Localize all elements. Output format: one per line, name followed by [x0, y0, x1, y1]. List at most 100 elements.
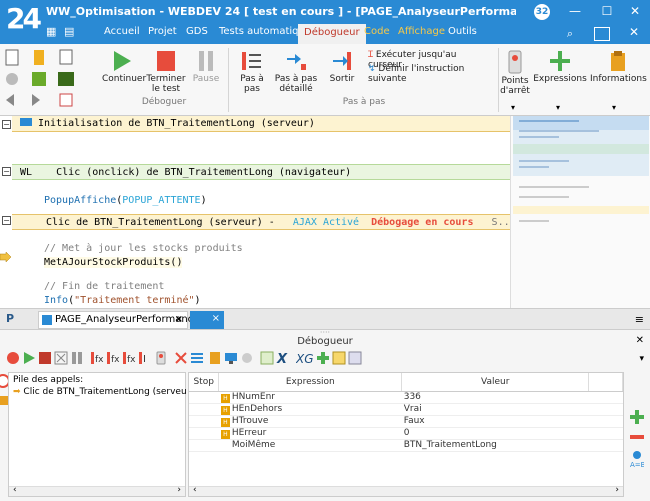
debugger-title: Débogueur — [297, 336, 353, 347]
informations-button[interactable]: Informations — [590, 50, 647, 84]
expression-x-icon[interactable]: X — [276, 351, 294, 365]
add-expression-icon[interactable] — [316, 351, 330, 365]
col-stop[interactable]: Stop — [189, 373, 220, 392]
hf-icon: H — [220, 393, 230, 403]
stop-icon[interactable] — [6, 351, 20, 365]
grid-view-icon[interactable] — [332, 351, 346, 365]
svg-text:A=B: A=B — [630, 461, 644, 468]
collapse-toggle[interactable]: − — [2, 120, 11, 129]
horizontal-scrollbar[interactable]: ‹ › — [9, 485, 185, 496]
remove-icon[interactable] — [630, 434, 644, 440]
hf-icon: H — [220, 405, 230, 415]
watch-icon[interactable] — [208, 351, 222, 365]
watch-table: Stop Expression Valeur H HNumEnr 336 H HEnD… — [189, 373, 623, 452]
step-button[interactable]: Pas à pas — [232, 50, 272, 94]
document-tab-bar: P PAGE_AnalyseurPerformances × × ≡ — [0, 308, 650, 330]
step-detail-button[interactable]: Pas à pas détaillé — [274, 50, 318, 94]
tab-accueil[interactable]: Accueil — [104, 26, 140, 37]
info-dropdown[interactable]: ▾ — [612, 103, 616, 112]
horizontal-scrollbar[interactable]: ‹ › — [189, 485, 623, 496]
run-to-cursor-icon[interactable]: I — [138, 351, 152, 365]
expressions-button[interactable]: Expressions — [532, 50, 588, 84]
close-doc-icon[interactable]: ✕ — [626, 25, 642, 39]
watch-side-toolbar: A=B — [624, 372, 650, 497]
arrow-icon: ➡ — [13, 387, 21, 397]
tab-projet[interactable]: Projet — [148, 26, 177, 37]
call-stack-pane[interactable]: Pile des appels: ➡ Clic de BTN_Traitemen… — [8, 372, 187, 497]
step-fx-icon[interactable]: fx — [90, 351, 104, 365]
collapse-toggle[interactable]: − — [2, 167, 11, 176]
close-panel-icon[interactable]: ✕ — [636, 335, 644, 346]
finish-test-button[interactable]: Terminer le test — [143, 50, 189, 94]
code-editor[interactable]: − − − Initialisation de BTN_TraitementLo… — [0, 116, 510, 308]
search-icon[interactable]: ⌕ — [562, 27, 578, 41]
list-icon[interactable] — [190, 351, 204, 365]
close-tab-icon[interactable]: × — [175, 312, 183, 328]
collapse-toggle[interactable]: − — [2, 216, 11, 225]
cancel-icon[interactable] — [54, 351, 68, 365]
code-comment[interactable]: // Met à jour les stocks produits — [44, 243, 243, 254]
title-bar: 24 WW_Optimisation - WEBDEV 24 [ test en… — [0, 0, 650, 44]
tab-affichage[interactable]: Affichage — [398, 26, 445, 37]
pause-button[interactable]: Pause — [191, 50, 221, 84]
current-code-line[interactable]: MetAJourStockProduits() — [44, 257, 183, 268]
step-into-fx-icon[interactable]: fx — [106, 351, 120, 365]
expressions-dropdown[interactable]: ▾ — [556, 103, 560, 112]
restore-icon[interactable] — [594, 27, 610, 41]
tab-gds[interactable]: GDS — [186, 26, 208, 37]
close-button[interactable]: ✕ — [618, 4, 650, 22]
table-row[interactable]: H HTrouve Faux — [189, 415, 623, 428]
debugger-toolbar: fx fx fx I X XG — [0, 350, 650, 370]
record-icon[interactable] — [240, 351, 254, 365]
continue-icon[interactable] — [22, 351, 36, 365]
col-expression[interactable]: Expression — [218, 373, 403, 392]
svg-text:I: I — [143, 354, 146, 365]
continue-button[interactable]: Continuer — [102, 50, 146, 84]
table-row[interactable]: H HEnDehors Vrai — [189, 403, 623, 416]
table-row[interactable]: H HNumEnr 336 — [189, 391, 623, 404]
hf-icon: H — [220, 417, 230, 427]
highlight-icon[interactable] — [260, 351, 274, 365]
assign-icon[interactable]: A=B — [630, 450, 644, 468]
step-out-fx-icon[interactable]: fx — [122, 351, 136, 365]
tab-debogueur[interactable]: Débogueur — [298, 24, 366, 44]
call-stack-item[interactable]: ➡ Clic de BTN_TraitementLong (serveu — [13, 387, 187, 397]
tab-code[interactable]: Code — [364, 26, 390, 37]
clear-breakpoints-icon[interactable] — [174, 351, 188, 365]
table-row[interactable]: H HErreur 0 — [189, 427, 623, 440]
code-minimap[interactable] — [510, 116, 650, 308]
code-line[interactable]: Info("Traitement terminé") — [44, 295, 201, 306]
col-valeur[interactable]: Valeur — [401, 373, 590, 392]
end-test-icon[interactable] — [38, 351, 52, 365]
page-icon — [42, 315, 52, 325]
tab-debug-view[interactable]: × — [190, 311, 224, 329]
exit-step-button[interactable]: Sortir — [322, 50, 362, 84]
grid-icon[interactable]: ▦ — [46, 25, 60, 38]
event-header-init: Initialisation de BTN_TraitementLong (se… — [12, 116, 510, 132]
watch-pane[interactable]: Stop Expression Valeur H HNumEnr 336 H HEnD… — [188, 372, 624, 497]
event-header-browser: WL Clic (onclick) de BTN_TraitementLong … — [12, 164, 510, 180]
project-icon[interactable]: P — [6, 312, 14, 325]
svg-text:fx: fx — [127, 355, 136, 365]
expression-xg-icon[interactable]: XG — [296, 351, 314, 365]
avatar[interactable]: 32 — [534, 4, 550, 20]
code-line[interactable]: PopupAffiche(POPUP_ATTENTE) — [44, 195, 207, 206]
breakpoints-dropdown[interactable]: ▾ — [511, 103, 515, 112]
code-comment[interactable]: // Fin de traitement — [44, 281, 164, 292]
grid-view-alt-icon[interactable] — [348, 351, 362, 365]
quick-tools-icon[interactable] — [4, 48, 94, 112]
monitor-icon[interactable] — [224, 351, 238, 365]
svg-text:fx: fx — [111, 355, 120, 365]
svg-text:X: X — [276, 352, 288, 365]
breakpoint-icon[interactable] — [154, 351, 168, 365]
tab-outils[interactable]: Outils — [448, 26, 477, 37]
minimize-button[interactable]: — — [558, 4, 592, 22]
tab-page-analyseur[interactable]: PAGE_AnalyseurPerformances × — [38, 311, 205, 329]
menu-icon[interactable]: ≡ — [635, 313, 644, 326]
table-row[interactable]: MoiMême BTN_TraitementLong — [189, 439, 623, 452]
add-icon[interactable] — [630, 410, 644, 424]
breakpoints-button[interactable]: Points d'arrêt — [500, 50, 530, 96]
layout-icon[interactable]: ▤ — [64, 25, 78, 38]
pause-icon[interactable] — [70, 351, 84, 365]
set-next-instruction-button[interactable]: ↯ Définir l'instruction suivante — [368, 64, 498, 84]
